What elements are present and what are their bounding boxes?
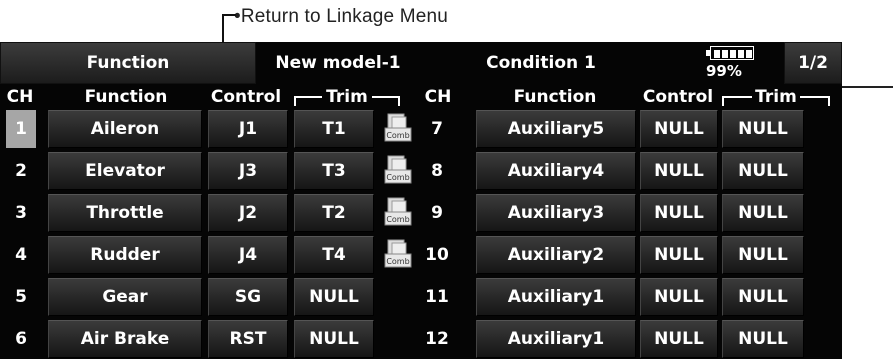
channel-number: 3 bbox=[15, 203, 27, 223]
function-button[interactable]: Gear bbox=[48, 278, 202, 316]
trim-button[interactable]: T2 bbox=[294, 194, 374, 232]
function-button[interactable]: Elevator bbox=[48, 152, 202, 190]
col-header-function-right: Function bbox=[513, 87, 597, 107]
trim-button[interactable]: NULL bbox=[722, 320, 804, 358]
svg-text:Comb: Comb bbox=[386, 131, 409, 140]
function-button[interactable]: Auxiliary1 bbox=[476, 320, 636, 358]
channel-number: 6 bbox=[15, 329, 27, 349]
battery-indicator: 99% bbox=[700, 44, 782, 82]
trim-button[interactable]: T4 bbox=[294, 236, 374, 274]
function-menu-button[interactable]: Function bbox=[0, 42, 256, 84]
function-button[interactable]: Auxiliary1 bbox=[476, 278, 636, 316]
trim-button[interactable]: NULL bbox=[722, 278, 804, 316]
trim-button[interactable]: NULL bbox=[722, 110, 804, 148]
channel-number: 8 bbox=[431, 161, 443, 181]
control-button[interactable]: NULL bbox=[640, 236, 718, 274]
function-button[interactable]: Aileron bbox=[48, 110, 202, 148]
control-button[interactable]: RST bbox=[208, 320, 288, 358]
callout-leader-h bbox=[222, 14, 236, 16]
function-button[interactable]: Auxiliary2 bbox=[476, 236, 636, 274]
function-button[interactable]: Throttle bbox=[48, 194, 202, 232]
control-button[interactable]: NULL bbox=[640, 194, 718, 232]
control-button[interactable]: J1 bbox=[208, 110, 288, 148]
control-button[interactable]: SG bbox=[208, 278, 288, 316]
comb-icon[interactable]: Comb bbox=[384, 196, 412, 228]
channel-number: 12 bbox=[425, 329, 449, 349]
function-button[interactable]: Auxiliary5 bbox=[476, 110, 636, 148]
callout-return-label: •Return to Linkage Menu bbox=[234, 6, 449, 27]
channel-number: 11 bbox=[425, 287, 449, 307]
channel-number: 7 bbox=[431, 119, 443, 139]
function-button[interactable]: Air Brake bbox=[48, 320, 202, 358]
function-button[interactable]: Auxiliary4 bbox=[476, 152, 636, 190]
channel-number: 10 bbox=[425, 245, 449, 265]
trim-button[interactable]: NULL bbox=[294, 320, 374, 358]
control-button[interactable]: NULL bbox=[640, 152, 718, 190]
col-header-ch-right: CH bbox=[424, 87, 452, 107]
channel-number: 5 bbox=[15, 287, 27, 307]
battery-percent: 99% bbox=[706, 62, 742, 80]
col-header-control-left: Control bbox=[210, 87, 282, 107]
model-name: New model-1 bbox=[275, 53, 401, 73]
trim-button[interactable]: NULL bbox=[722, 236, 804, 274]
comb-icon[interactable]: Comb bbox=[384, 238, 412, 270]
col-header-trim-left: Trim bbox=[326, 87, 368, 107]
trim-button[interactable]: T1 bbox=[294, 110, 374, 148]
page-callout-line bbox=[842, 86, 893, 88]
control-button[interactable]: J4 bbox=[208, 236, 288, 274]
function-screen: Function New model-1 Condition 1 99% 1/2… bbox=[0, 42, 842, 359]
function-button[interactable]: Auxiliary3 bbox=[476, 194, 636, 232]
channel-number: 4 bbox=[15, 245, 27, 265]
function-button[interactable]: Rudder bbox=[48, 236, 202, 274]
trim-button[interactable]: NULL bbox=[722, 194, 804, 232]
control-button[interactable]: NULL bbox=[640, 320, 718, 358]
svg-text:Comb: Comb bbox=[386, 257, 409, 266]
comb-icon[interactable]: Comb bbox=[384, 154, 412, 186]
col-header-trim-right: Trim bbox=[755, 87, 797, 107]
trim-button[interactable]: T3 bbox=[294, 152, 374, 190]
col-header-ch-left: CH bbox=[6, 87, 34, 107]
comb-icon[interactable]: Comb bbox=[384, 112, 412, 144]
svg-text:Comb: Comb bbox=[386, 215, 409, 224]
control-button[interactable]: J3 bbox=[208, 152, 288, 190]
col-header-control-right: Control bbox=[642, 87, 714, 107]
control-button[interactable]: NULL bbox=[640, 110, 718, 148]
trim-button[interactable]: NULL bbox=[722, 152, 804, 190]
page-button[interactable]: 1/2 bbox=[784, 42, 842, 84]
condition-name: Condition 1 bbox=[486, 53, 596, 73]
col-header-function-left: Function bbox=[84, 87, 168, 107]
channel-number: 1 bbox=[6, 110, 36, 148]
channel-number: 9 bbox=[431, 203, 443, 223]
channel-number: 2 bbox=[15, 161, 27, 181]
control-button[interactable]: NULL bbox=[640, 278, 718, 316]
svg-text:Comb: Comb bbox=[386, 173, 409, 182]
control-button[interactable]: J2 bbox=[208, 194, 288, 232]
trim-button[interactable]: NULL bbox=[294, 278, 374, 316]
